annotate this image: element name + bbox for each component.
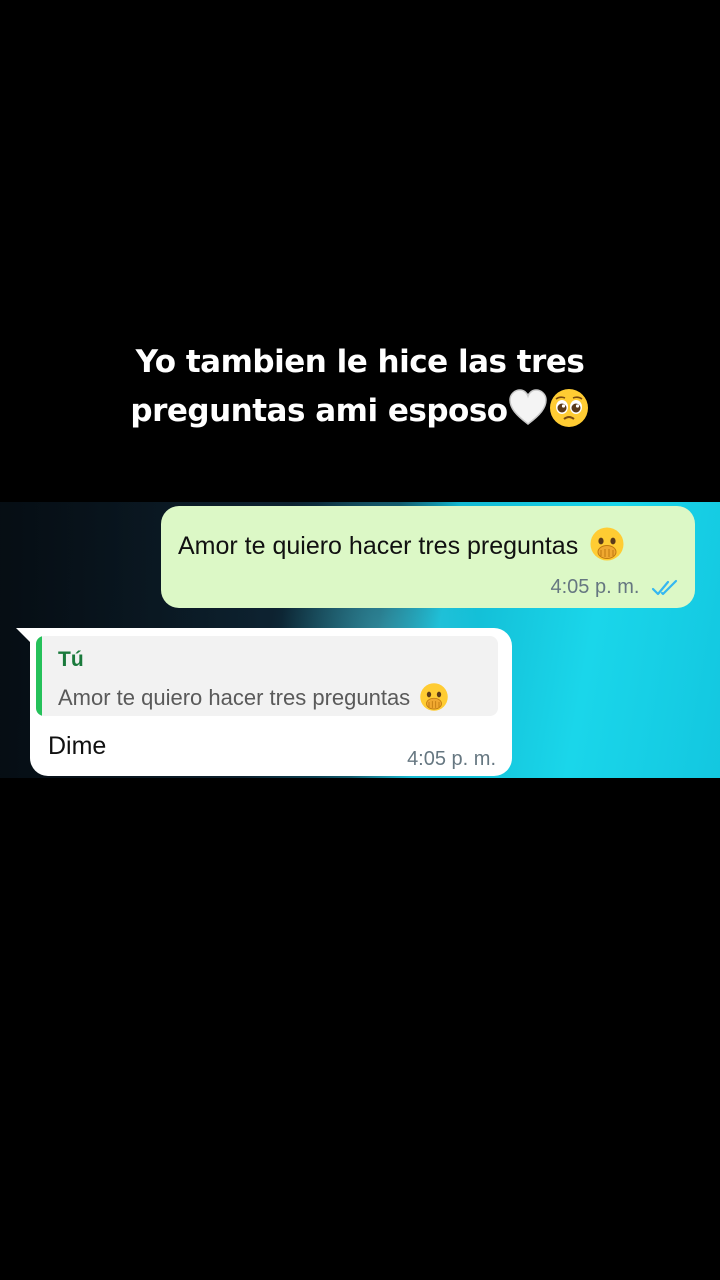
incoming-message-text: Dime [48, 732, 107, 760]
white-heart-emoji-icon [508, 389, 547, 425]
face-with-hand-over-mouth-emoji-icon [590, 527, 624, 561]
bubble-tail [16, 628, 30, 642]
outgoing-message-time: 4:05 p. m. [550, 576, 640, 598]
quoted-message[interactable]: Tú Amor te quiero hacer tres preguntas [36, 636, 498, 716]
double-check-read-icon [651, 579, 678, 595]
outgoing-message-bubble[interactable]: Amor te quiero hacer tres preguntas 4:05… [161, 506, 695, 608]
quote-text: Amor te quiero hacer tres preguntas [58, 685, 411, 710]
video-caption: Yo tambien le hice las tres preguntas am… [0, 338, 720, 436]
caption-line-2-text: preguntas ami esposo [130, 393, 508, 429]
quote-text-row: Amor te quiero hacer tres preguntas [58, 682, 449, 712]
pleading-face-emoji-icon [549, 389, 588, 427]
outgoing-message-text: Amor te quiero hacer tres preguntas [178, 532, 579, 560]
quote-accent-bar [36, 636, 42, 716]
incoming-message-time: 4:05 p. m. [407, 748, 496, 770]
outgoing-message: Amor te quiero hacer tres preguntas [178, 526, 625, 562]
face-with-hand-over-mouth-emoji-icon [420, 683, 449, 711]
outgoing-message-meta: 4:05 p. m. [551, 576, 682, 599]
quote-author: Tú [58, 648, 84, 671]
caption-line-2: preguntas ami esposo [0, 387, 720, 436]
caption-line-1: Yo tambien le hice las tres [135, 344, 585, 380]
incoming-message-bubble[interactable]: Tú Amor te quiero hacer tres preguntas D… [16, 628, 512, 776]
